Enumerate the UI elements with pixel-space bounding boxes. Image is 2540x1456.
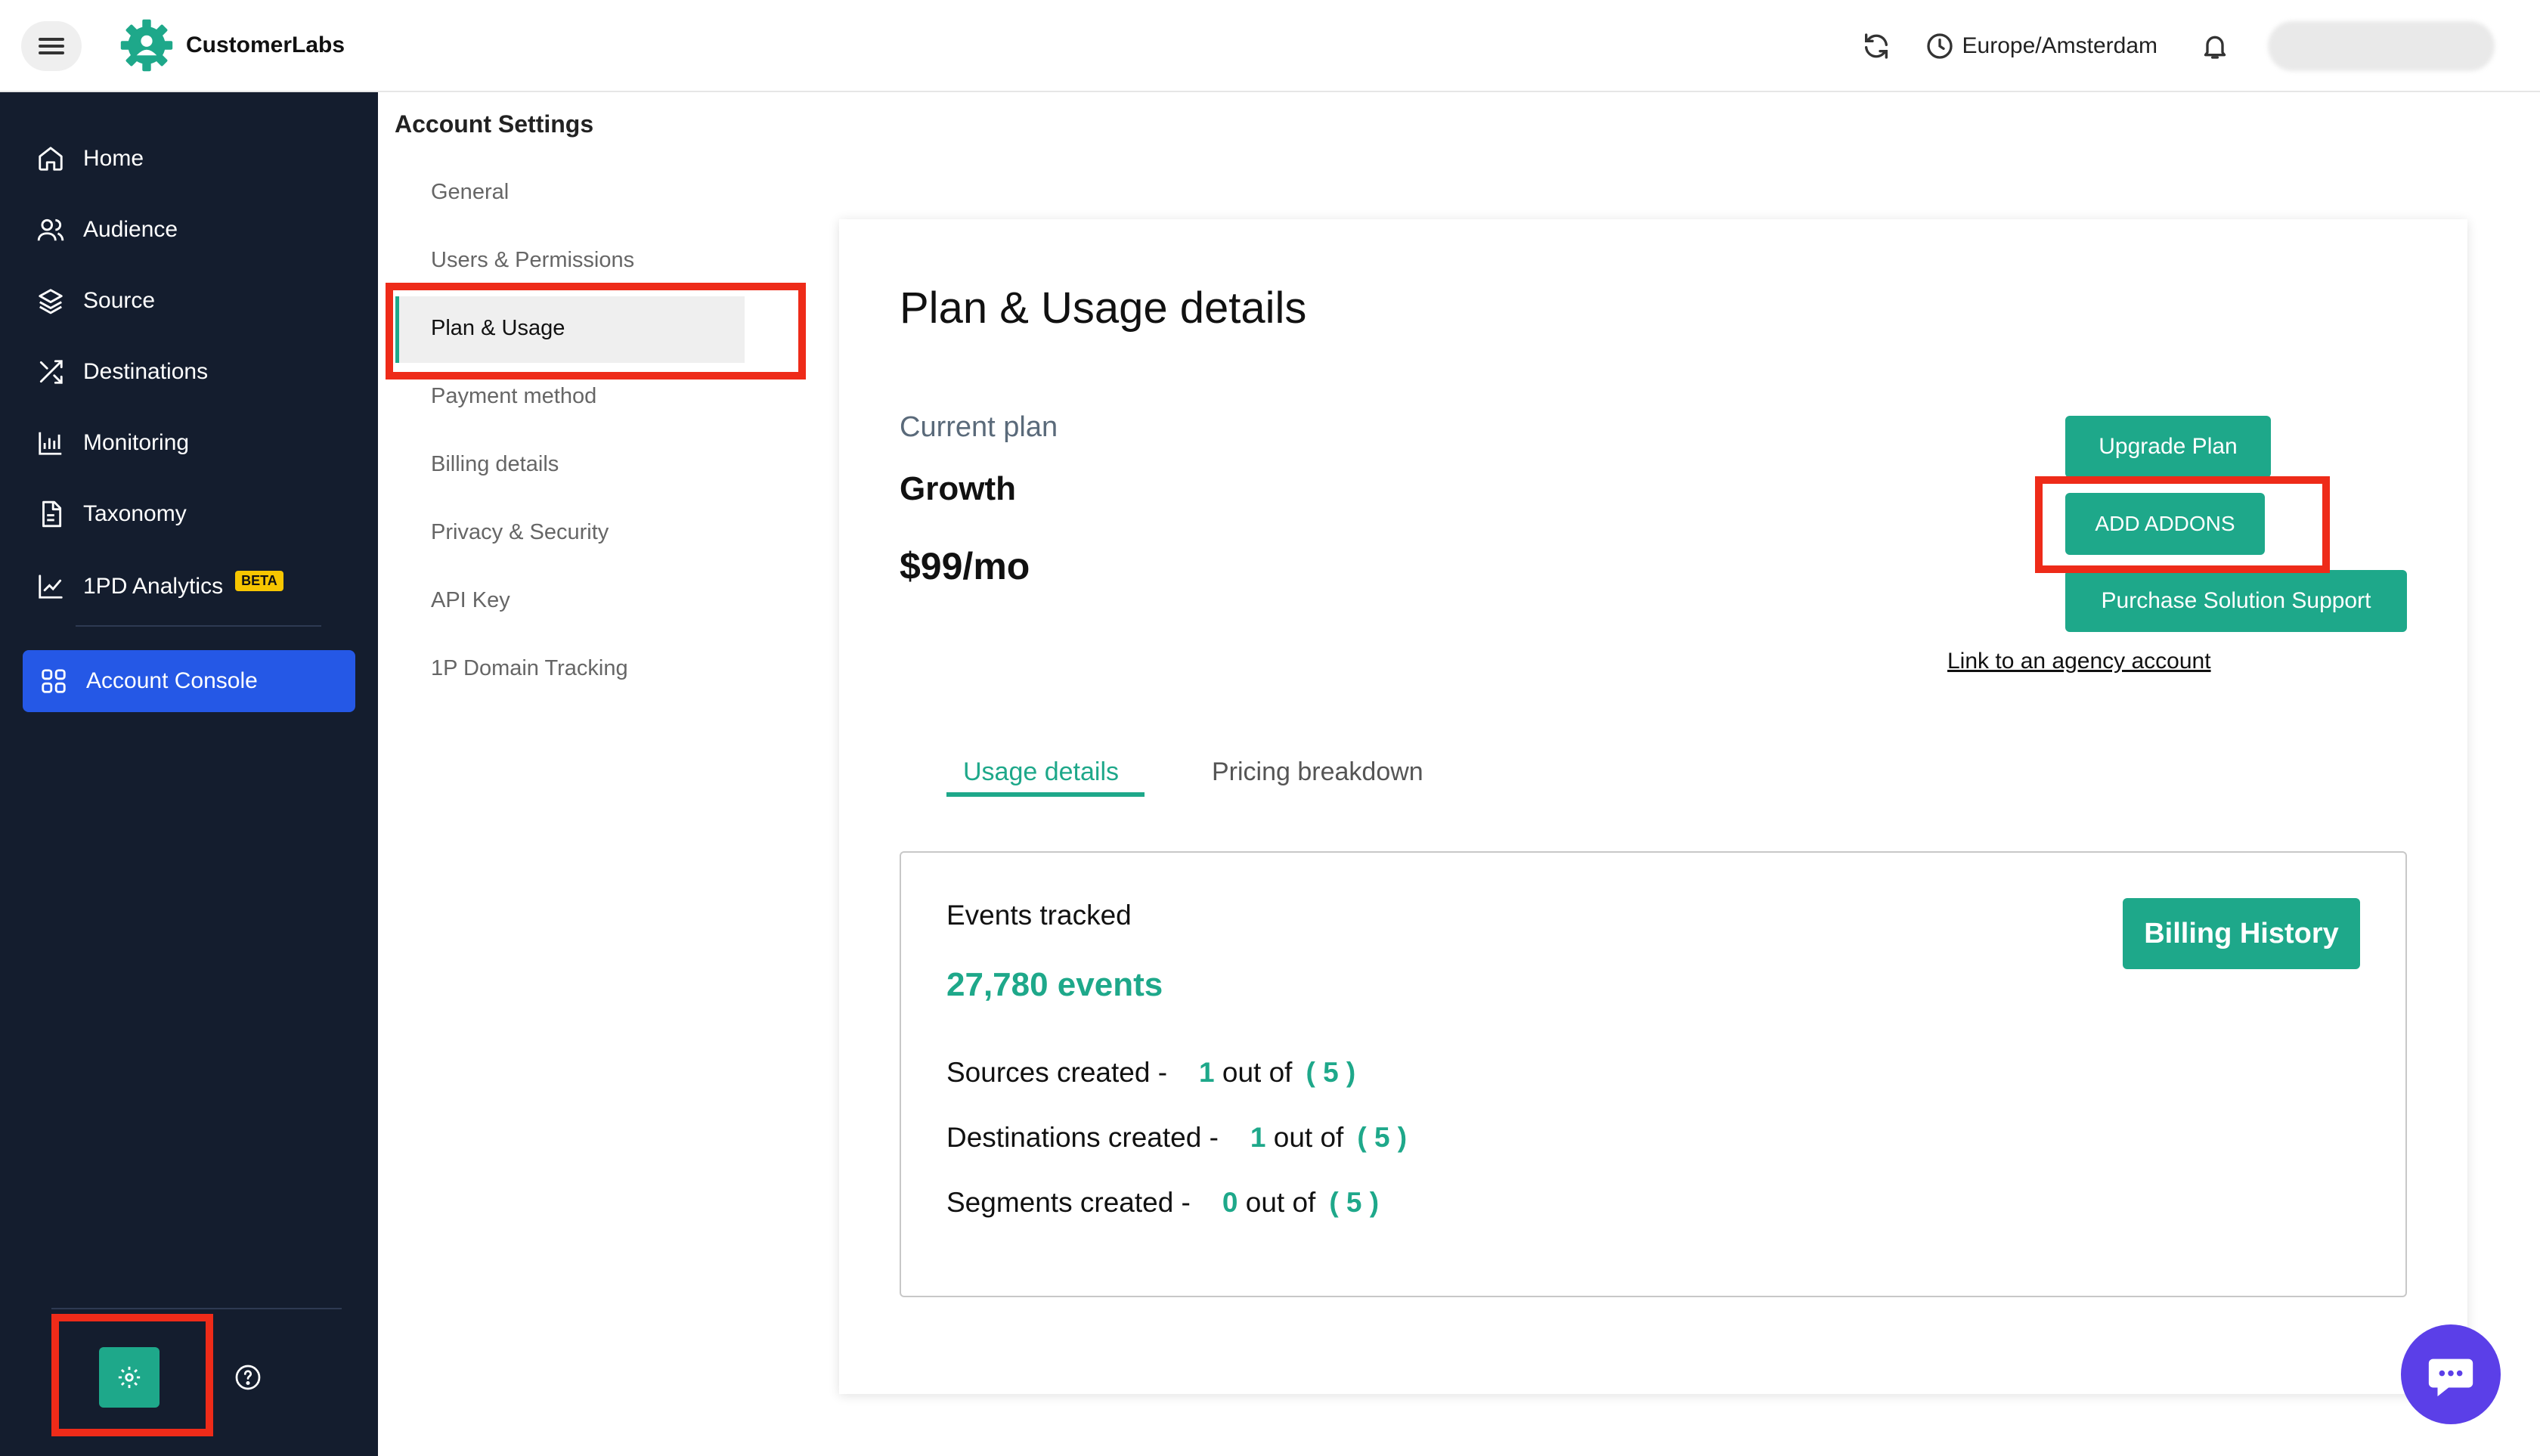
plan-usage-card: Plan & Usage details Current plan Growth… xyxy=(839,219,2467,1394)
usage-row-count: 0 xyxy=(1222,1187,1238,1218)
sidebar-item-label: Destinations xyxy=(83,359,209,384)
grid-icon xyxy=(42,669,66,693)
usage-row-limit: ( 5 ) xyxy=(1306,1057,1356,1088)
sidebar-item-label: Home xyxy=(83,146,144,171)
current-plan-label: Current plan xyxy=(900,411,1058,443)
usage-row-count: 1 xyxy=(1199,1057,1215,1088)
users-icon xyxy=(37,218,64,241)
plan-name: Growth xyxy=(900,470,1016,507)
sidebar-item-home[interactable]: Home xyxy=(36,135,144,183)
highlight-box-add-addons xyxy=(2035,476,2330,573)
timezone-selector[interactable]: Europe/Amsterdam xyxy=(1962,33,2157,59)
sidebar-item-account-console[interactable]: Account Console xyxy=(23,650,355,712)
upgrade-plan-button[interactable]: Upgrade Plan xyxy=(2065,416,2271,478)
sidebar-item-label: Source xyxy=(83,288,156,313)
highlight-box-plan-usage xyxy=(386,283,806,379)
sidebar-item-label: 1PD Analytics xyxy=(83,574,224,599)
layers-icon xyxy=(39,289,63,314)
usage-row-limit: ( 5 ) xyxy=(1329,1187,1380,1218)
billing-history-button[interactable]: Billing History xyxy=(2123,898,2360,969)
sidebar-item-label: Account Console xyxy=(86,668,258,693)
usage-row-of: out of xyxy=(1273,1122,1344,1153)
highlight-box-settings xyxy=(51,1314,213,1436)
refresh-icon[interactable] xyxy=(1861,31,1891,61)
usage-details-panel: Events tracked 27,780 events Billing His… xyxy=(900,851,2407,1297)
usage-row-label: Sources created - xyxy=(946,1057,1168,1088)
usage-row-of: out of xyxy=(1245,1187,1316,1218)
notification-bell-icon[interactable] xyxy=(2200,31,2230,61)
sidebar-item-monitoring[interactable]: Monitoring xyxy=(36,419,189,467)
sidebar-item-label: Audience xyxy=(83,217,178,242)
chat-widget-button[interactable] xyxy=(2401,1324,2501,1424)
events-tracked-value: 27,780 events xyxy=(946,966,1163,1003)
beta-badge: BETA xyxy=(235,570,283,591)
purchase-solution-support-button[interactable]: Purchase Solution Support xyxy=(2065,570,2407,632)
settings-item-users-permissions[interactable]: Users & Permissions xyxy=(431,248,634,273)
shuffle-icon xyxy=(39,360,63,384)
tab-pricing-breakdown[interactable]: Pricing breakdown xyxy=(1212,757,1423,787)
customerlabs-logo-icon xyxy=(120,19,173,72)
agency-account-link[interactable]: Link to an agency account xyxy=(1947,649,2211,674)
settings-item-api-key[interactable]: API Key xyxy=(431,588,510,613)
document-icon xyxy=(42,500,62,528)
sidebar-item-destinations[interactable]: Destinations xyxy=(36,348,208,396)
hamburger-menu-button[interactable] xyxy=(21,21,82,71)
sidebar-item-taxonomy[interactable]: Taxonomy xyxy=(36,490,187,538)
home-icon xyxy=(39,147,63,171)
sidebar-item-source[interactable]: Source xyxy=(36,277,155,325)
usage-row-label: Segments created - xyxy=(946,1187,1191,1218)
plan-price: $99/mo xyxy=(900,545,1030,587)
usage-row-limit: ( 5 ) xyxy=(1357,1122,1408,1153)
app-name: CustomerLabs xyxy=(186,33,345,57)
tab-usage-details[interactable]: Usage details xyxy=(963,757,1119,787)
page-title: Plan & Usage details xyxy=(900,283,1307,333)
sidebar-item-audience[interactable]: Audience xyxy=(36,206,178,254)
help-icon[interactable] xyxy=(234,1364,262,1391)
sidebar: Home Audience Source Destinations Monito… xyxy=(0,92,378,1456)
usage-row-of: out of xyxy=(1222,1057,1293,1088)
sidebar-divider xyxy=(76,625,321,627)
sidebar-divider xyxy=(51,1308,342,1309)
app-logo[interactable]: CustomerLabs xyxy=(118,17,345,74)
settings-item-billing-details[interactable]: Billing details xyxy=(431,452,559,477)
sidebar-item-label: Monitoring xyxy=(83,430,190,455)
settings-item-payment-method[interactable]: Payment method xyxy=(431,384,596,409)
clock-icon xyxy=(1926,33,1953,59)
top-bar: CustomerLabs Europe/Amsterdam xyxy=(0,0,2540,92)
active-tab-underline xyxy=(946,792,1145,797)
chat-icon xyxy=(2428,1358,2473,1397)
settings-item-general[interactable]: General xyxy=(431,180,509,205)
usage-row-count: 1 xyxy=(1250,1122,1266,1153)
segments-usage-row: Segments created - 0 out of ( 5 ) xyxy=(946,1187,1379,1219)
menu-icon xyxy=(39,38,64,54)
account-settings-title: Account Settings xyxy=(395,110,594,138)
usage-row-label: Destinations created - xyxy=(946,1122,1219,1153)
trend-icon xyxy=(39,575,63,599)
sidebar-item-label: Taxonomy xyxy=(83,501,187,526)
chart-icon xyxy=(39,432,62,455)
destinations-usage-row: Destinations created - 1 out of ( 5 ) xyxy=(946,1122,1407,1154)
settings-item-1p-domain-tracking[interactable]: 1P Domain Tracking xyxy=(431,656,628,681)
header-actions: Europe/Amsterdam xyxy=(1861,20,2495,73)
user-profile-menu[interactable] xyxy=(2268,21,2495,71)
sources-usage-row: Sources created - 1 out of ( 5 ) xyxy=(946,1057,1355,1089)
events-tracked-label: Events tracked xyxy=(946,900,1132,931)
sidebar-item-1pd-analytics[interactable]: 1PD Analytics BETA xyxy=(36,562,283,611)
settings-item-privacy-security[interactable]: Privacy & Security xyxy=(431,520,609,545)
